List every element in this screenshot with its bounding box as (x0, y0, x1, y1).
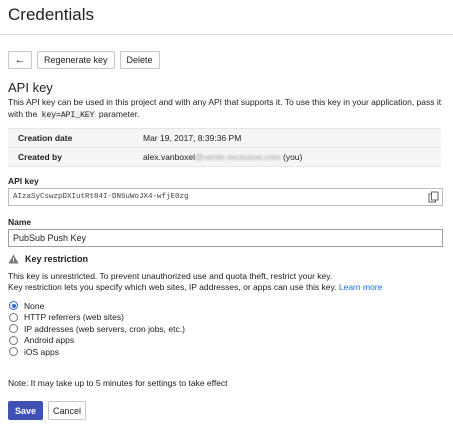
form-actions: Save Cancel (8, 401, 86, 420)
option-label: None (24, 300, 45, 311)
created-by-value: alex.vanboxel@vente-exclusive.com (you) (143, 152, 441, 162)
arrow-left-icon: ← (14, 54, 26, 66)
name-input-value: PubSub Push Key (13, 233, 87, 243)
settings-note: Note: It may take up to 5 minutes for se… (8, 378, 228, 388)
delete-button[interactable]: Delete (119, 51, 160, 69)
creation-date-label: Creation date (18, 133, 73, 143)
created-by-label: Created by (18, 152, 62, 162)
name-input[interactable]: PubSub Push Key (8, 229, 443, 247)
learn-more-link[interactable]: Learn more (339, 282, 382, 292)
param-code: key=API_KEY (39, 111, 97, 120)
key-info-table: Creation date Mar 19, 2017, 8:39:36 PM C… (8, 128, 441, 167)
page-header: Credentials (0, 0, 453, 35)
key-restriction-heading: Key restriction (8, 254, 88, 264)
created-by-row: Created by alex.vanboxel@vente-exclusive… (8, 148, 441, 167)
option-label: IP addresses (web servers, cron jobs, et… (24, 323, 185, 334)
created-by-you: (you) (280, 152, 303, 162)
save-button[interactable]: Save (8, 401, 43, 420)
option-label: iOS apps (24, 346, 59, 357)
api-key-label: API key (8, 176, 39, 186)
option-ios-apps[interactable]: iOS apps (9, 346, 185, 358)
key-restriction-line-2: Key restriction lets you specify which w… (8, 282, 448, 293)
created-by-domain: @vente-exclusive.com (194, 152, 281, 162)
warning-icon (8, 254, 19, 264)
regenerate-key-button[interactable]: Regenerate key (37, 51, 115, 69)
radio-button[interactable] (9, 335, 18, 345)
radio-button-selected[interactable] (9, 301, 18, 311)
api-key-heading: API key (8, 80, 53, 95)
restriction-options: None HTTP referrers (web sites) IP addre… (9, 300, 185, 358)
option-android-apps[interactable]: Android apps (9, 335, 185, 347)
key-restriction-description: This key is unrestricted. To prevent una… (8, 271, 448, 293)
radio-button[interactable] (9, 312, 18, 322)
back-button[interactable]: ← (8, 51, 32, 69)
api-key-field[interactable]: AIzaSyCswzpDXIutRt84I-DN6uWoJX4-wfjE0zg (8, 188, 443, 206)
creation-date-row: Creation date Mar 19, 2017, 8:39:36 PM (8, 129, 441, 148)
cancel-button[interactable]: Cancel (48, 401, 86, 420)
option-ip-addresses[interactable]: IP addresses (web servers, cron jobs, et… (9, 323, 185, 335)
toolbar: ← Regenerate key Delete (8, 51, 160, 69)
option-label: HTTP referrers (web sites) (24, 312, 124, 323)
creation-date-value: Mar 19, 2017, 8:39:36 PM (143, 133, 242, 143)
api-key-value: AIzaSyCswzpDXIutRt84I-DN6uWoJX4-wfjE0zg (13, 193, 189, 201)
radio-button[interactable] (9, 324, 18, 334)
option-none[interactable]: None (9, 300, 185, 312)
copy-icon[interactable] (428, 191, 440, 203)
option-http-referrers[interactable]: HTTP referrers (web sites) (9, 312, 185, 324)
created-by-user: alex.vanboxel (143, 152, 195, 162)
name-label: Name (8, 217, 32, 227)
description-text-2: parameter. (96, 109, 140, 119)
key-restriction-line-1: This key is unrestricted. To prevent una… (8, 271, 333, 281)
key-restriction-title: Key restriction (25, 254, 89, 264)
option-label: Android apps (24, 335, 75, 346)
key-restriction-line-2-text: Key restriction lets you specify which w… (8, 282, 339, 292)
radio-button[interactable] (9, 347, 18, 357)
api-key-description: This API key can be used in this project… (8, 96, 448, 122)
page-title: Credentials (8, 5, 94, 24)
